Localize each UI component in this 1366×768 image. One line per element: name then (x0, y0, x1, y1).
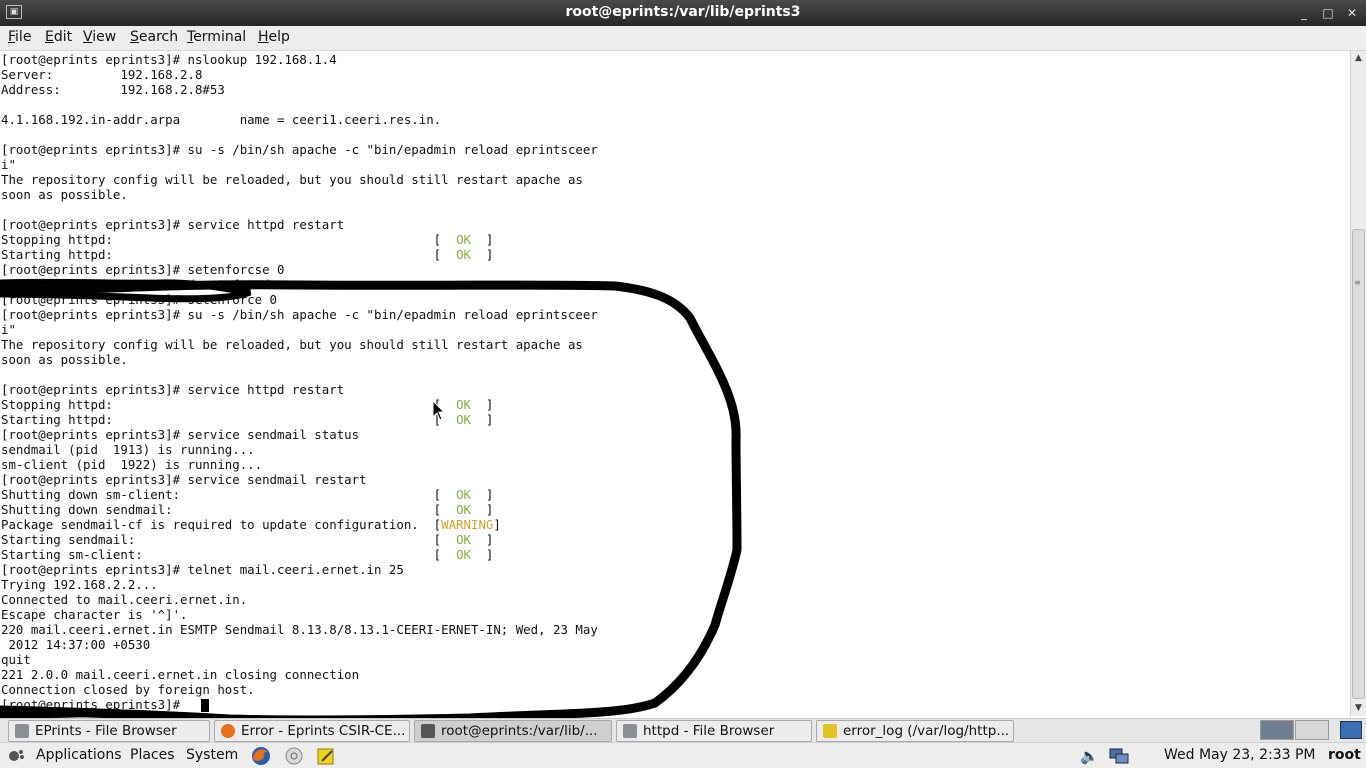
taskbar-button-label: httpd - File Browser (643, 723, 775, 739)
terminal-line: [root@eprints eprints3]# nslookup 192.16… (1, 52, 337, 67)
scrollbar-thumb[interactable] (1352, 229, 1365, 699)
window-titlebar[interactable]: ▣ root@eprints:/var/lib/eprints3 _ □ ✕ (0, 0, 1366, 26)
workspace-2[interactable] (1295, 720, 1329, 740)
terminal-line: [root@eprints eprints3]# (1, 697, 188, 712)
bottom-panel: Applications Places System 🔈 Wed May 23,… (0, 742, 1366, 768)
terminal-line: [root@eprints eprints3]# su -s /bin/sh a… (1, 307, 598, 322)
terminal-line: [root@eprints eprints3]# setenforce 0 (1, 292, 278, 307)
text-cursor (201, 699, 209, 712)
terminal-line: Starting httpd: [ OK ] (1, 247, 494, 262)
maximize-button[interactable]: □ (1318, 4, 1338, 22)
folder-icon (623, 724, 637, 738)
taskbar-button-label: EPrints - File Browser (35, 723, 177, 739)
terminal-line: Trying 192.168.2.2... (1, 577, 158, 592)
menu-bar: File Edit View Search Terminal Help (0, 26, 1366, 51)
terminal-line: Shutting down sendmail: [ OK ] (1, 502, 494, 517)
terminal-line: soon as possible. (1, 352, 128, 367)
scroll-up-arrow-icon[interactable]: ▲ (1351, 51, 1366, 66)
taskbar-button[interactable]: EPrints - File Browser (8, 720, 210, 742)
terminal-line: sendmail (pid 1913) is running... (1, 442, 255, 457)
terminal-line: The repository config will be reloaded, … (1, 172, 583, 187)
close-button[interactable]: ✕ (1342, 4, 1362, 22)
terminal-line: Starting httpd: [ OK ] (1, 412, 494, 427)
window-list: EPrints - File Browser Error - Eprints CS… (0, 718, 1366, 743)
terminal-line: soon as possible. (1, 187, 128, 202)
terminal-line: quit (1, 652, 31, 667)
gnome-foot-icon (9, 750, 24, 761)
terminal-line: 220 mail.ceeri.ernet.in ESMTP Sendmail 8… (1, 622, 598, 637)
firefox-icon[interactable] (250, 745, 272, 767)
system-menu[interactable]: System (186, 747, 238, 763)
terminal-line: sm-client (pid 1922) is running... (1, 457, 263, 472)
clock[interactable]: Wed May 23, 2:33 PM (1164, 747, 1316, 763)
applications-menu[interactable]: Applications (36, 747, 122, 763)
terminal-line: [root@eprints eprints3]# setenforcse 0 (1, 262, 285, 277)
terminal-line: [root@eprints eprints3]# service httpd r… (1, 382, 345, 397)
terminal-line: [root@eprints eprints3]# service httpd r… (1, 217, 345, 232)
taskbar-button[interactable]: Error - Eprints CSIR-CE... (214, 720, 410, 742)
terminal-line: Stopping httpd: [ OK ] (1, 397, 494, 412)
terminal-line: [root@eprints eprints3]# su -s /bin/sh a… (1, 142, 598, 157)
terminal-line: The repository config will be reloaded, … (1, 337, 583, 352)
mouse-pointer-icon (432, 400, 446, 421)
terminal-line: [root@eprints eprints3]# telnet mail.cee… (1, 562, 404, 577)
menu-search[interactable]: Search (130, 29, 178, 45)
firefox-icon (221, 724, 235, 738)
notes-icon[interactable] (316, 746, 336, 766)
volume-icon[interactable]: 🔈 (1080, 747, 1099, 765)
places-menu[interactable]: Places (130, 747, 175, 763)
terminal-line: Stopping httpd: [ OK ] (1, 232, 494, 247)
terminal-line: i" (1, 157, 16, 172)
terminal-line: bash: setenforcse: command not found (1, 277, 270, 292)
user-name[interactable]: root (1328, 747, 1361, 763)
menu-terminal[interactable]: Terminal (187, 29, 246, 45)
terminal-output[interactable]: [root@eprints eprints3]# nslookup 192.16… (0, 51, 1350, 716)
terminal-scrollbar[interactable]: ▲ ≡ ▼ (1350, 51, 1366, 716)
network-icon[interactable] (1108, 747, 1130, 765)
terminal-icon (421, 724, 435, 738)
menu-view[interactable]: View (83, 29, 116, 45)
menu-edit[interactable]: Edit (45, 29, 72, 45)
folder-icon (15, 724, 29, 738)
window-title: root@eprints:/var/lib/eprints3 (565, 4, 801, 20)
scroll-down-arrow-icon[interactable]: ▼ (1351, 701, 1366, 716)
menu-file[interactable]: File (8, 29, 31, 45)
terminal-line: [root@eprints eprints3]# service sendmai… (1, 427, 360, 442)
terminal-line: i" (1, 322, 16, 337)
terminal-line: Shutting down sm-client: [ OK ] (1, 487, 494, 502)
taskbar-button-label: error_log (/var/log/http... (843, 723, 1010, 739)
taskbar-button-label: root@eprints:/var/lib/... (441, 723, 598, 739)
terminal-line: Package sendmail-cf is required to updat… (1, 517, 501, 532)
terminal-line: Address: 192.168.2.8#53 (1, 82, 225, 97)
taskbar-button[interactable]: httpd - File Browser (616, 720, 812, 742)
menu-help[interactable]: Help (258, 29, 290, 45)
taskbar-button-label: Error - Eprints CSIR-CE... (241, 723, 406, 739)
mail-icon[interactable] (284, 746, 304, 766)
workspace-1[interactable] (1260, 720, 1294, 740)
terminal-line: Starting sendmail: [ OK ] (1, 532, 494, 547)
show-desktop-icon[interactable] (1340, 721, 1362, 739)
terminal-line: Connection closed by foreign host. (1, 682, 255, 697)
terminal-line: 2012 14:37:00 +0530 (1, 637, 151, 652)
terminal-line: Connected to mail.ceeri.ernet.in. (1, 592, 248, 607)
minimize-button[interactable]: _ (1294, 4, 1314, 22)
terminal-line: 221 2.0.0 mail.ceeri.ernet.in closing co… (1, 667, 360, 682)
terminal-line: 4.1.168.192.in-addr.arpa name = ceeri1.c… (1, 112, 442, 127)
taskbar-button[interactable]: root@eprints:/var/lib/... (414, 720, 612, 742)
terminal-line: Escape character is '^]'. (1, 607, 188, 622)
taskbar-button[interactable]: error_log (/var/log/http... (816, 720, 1014, 742)
text-editor-icon (823, 724, 837, 738)
terminal-line: Server: 192.168.2.8 (1, 67, 203, 82)
terminal-line: Starting sm-client: [ OK ] (1, 547, 494, 562)
terminal-line: [root@eprints eprints3]# service sendmai… (1, 472, 367, 487)
scrollbar-grip-icon: ≡ (1354, 278, 1361, 287)
